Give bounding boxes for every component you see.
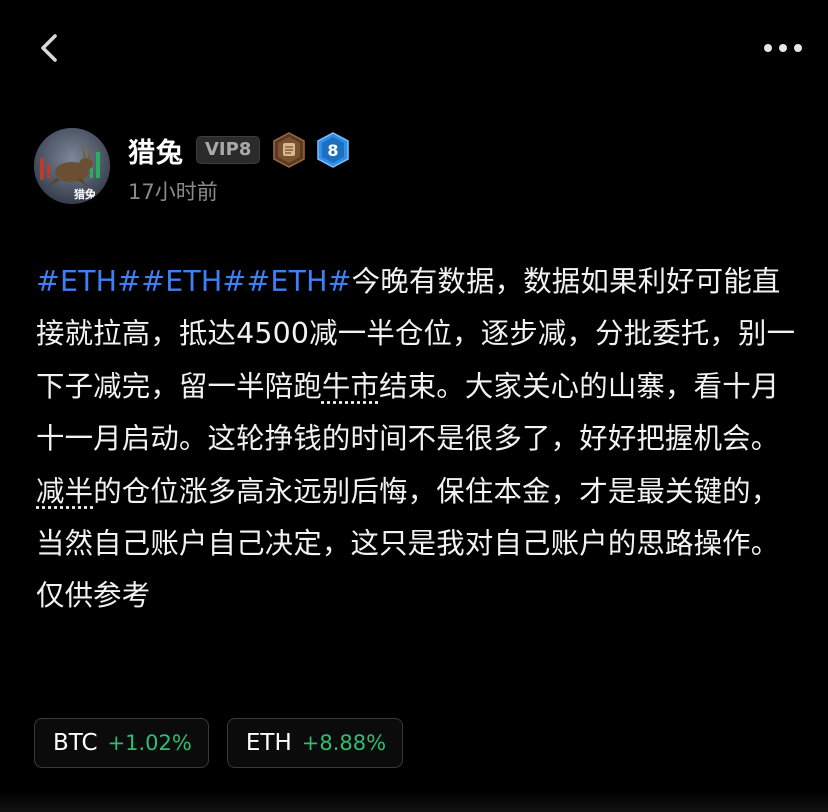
term-link[interactable]: 减半 (36, 475, 93, 508)
avatar-caption: 猎兔 (74, 187, 96, 201)
hashtag-link[interactable]: #ETH# (36, 265, 141, 298)
ticker-change: +8.88% (301, 731, 387, 755)
ticker-symbol: BTC (53, 730, 98, 756)
bottom-edge (0, 792, 828, 812)
post-content: #ETH##ETH##ETH#今晚有数据，数据如果利好可能直接就拉高，抵达450… (36, 256, 796, 623)
term-link[interactable]: 牛市 (322, 370, 379, 403)
vip-badge: VIP8 (196, 136, 261, 164)
back-button[interactable] (30, 28, 70, 68)
scroll-medal-icon (273, 132, 306, 168)
post-text-segment: 的仓位涨多高永远别后悔，保住本金，才是最关键的，当然自己账户自己决定，这只是我对… (36, 474, 780, 613)
ticker-chip-eth[interactable]: ETH +8.88% (226, 718, 404, 768)
more-options-button[interactable] (756, 30, 812, 66)
chevron-left-icon (41, 34, 57, 62)
level-badge-icon: 8 (317, 132, 350, 168)
author-name[interactable]: 猎兔 (128, 131, 184, 170)
more-horizontal-icon (764, 44, 802, 52)
level-number: 8 (328, 141, 339, 160)
avatar-rabbit-image: 猎兔 (34, 128, 110, 204)
ticker-symbol: ETH (245, 730, 292, 756)
top-nav-bar (0, 0, 828, 96)
hashtag-link[interactable]: #ETH# (246, 265, 351, 298)
related-tickers: BTC +1.02% ETH +8.88% (34, 718, 421, 768)
hashtag-link[interactable]: #ETH# (141, 265, 246, 298)
author-header: 猎兔 猎兔 VIP8 8 17小时前 (34, 128, 794, 208)
post-timestamp: 17小时前 (128, 180, 218, 204)
ticker-change: +1.02% (107, 731, 192, 755)
author-name-row: 猎兔 VIP8 8 (128, 130, 350, 170)
ticker-chip-btc[interactable]: BTC +1.02% (34, 718, 209, 768)
avatar[interactable]: 猎兔 (34, 128, 110, 204)
